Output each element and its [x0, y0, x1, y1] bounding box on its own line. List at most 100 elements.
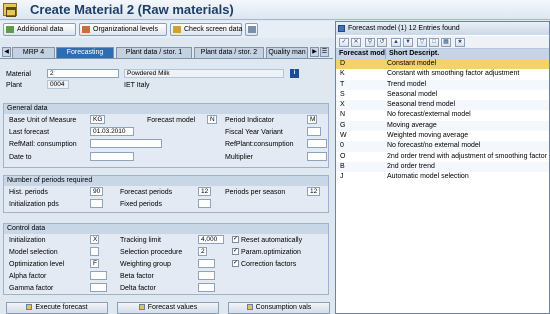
forecast-model-label: Forecast model	[147, 117, 196, 124]
org-levels-button[interactable]: Organizational levels	[79, 23, 167, 36]
list-item[interactable]: N No forecast/external model	[336, 110, 549, 120]
model-selection-field[interactable]	[90, 247, 99, 256]
delta-factor-label: Delta factor	[120, 285, 156, 292]
initialization-field[interactable]: X	[90, 235, 99, 244]
forecast-model-value-help: Forecast model (1) 12 Entries found ✓ ✕ …	[335, 21, 550, 314]
period-indicator-field[interactable]: M	[307, 115, 317, 124]
periods-per-season-field[interactable]: 12	[307, 187, 320, 196]
consumption-values-button[interactable]: Consumption vals	[228, 302, 330, 314]
consumption-icon	[246, 304, 253, 311]
selection-procedure-field[interactable]: 2	[198, 247, 207, 256]
list-item[interactable]: K Constant with smoothing factor adjustme…	[336, 69, 549, 79]
gamma-factor-field[interactable]	[90, 283, 107, 292]
tab-plant-data-stor-2[interactable]: Plant data / stor. 2	[194, 47, 264, 58]
execute-icon	[26, 304, 33, 311]
list-item[interactable]: S Seasonal model	[336, 90, 549, 100]
layout-icon[interactable]: ▦	[441, 38, 451, 47]
export-icon[interactable]: □	[429, 38, 439, 47]
period-indicator-label: Period Indicator	[225, 117, 275, 124]
reset-automatically-checkbox[interactable]: ✓	[232, 236, 239, 243]
model-selection-label: Model selection	[9, 249, 58, 256]
list-item[interactable]: J Automatic model selection	[336, 172, 549, 182]
weighting-group-label: Weighting group	[120, 261, 171, 268]
last-forecast-field[interactable]: 01.03.2010	[90, 127, 134, 136]
find-next-icon[interactable]: ↺	[377, 38, 387, 47]
checkmark-icon: ✓	[233, 260, 239, 266]
more-icon[interactable]	[245, 23, 258, 36]
hist-periods-field[interactable]: 90	[90, 187, 103, 196]
multiplier-label: Multiplier	[225, 154, 254, 161]
personalize-icon[interactable]: ★	[455, 38, 465, 47]
weighting-group-field[interactable]	[198, 259, 215, 268]
tab-forecasting[interactable]: Forecasting	[56, 47, 114, 58]
tab-scroll-right-icon[interactable]: ▶	[310, 47, 319, 57]
find-icon[interactable]: ⚲	[365, 38, 375, 47]
plant-description: IET Italy	[124, 82, 150, 89]
beta-factor-label: Beta factor	[120, 273, 154, 280]
list-item[interactable]: B 2nd order trend	[336, 161, 549, 173]
correction-factors-checkbox[interactable]: ✓	[232, 260, 239, 267]
reset-automatically-label: Reset automatically	[241, 237, 303, 244]
ref-material-consumption-label: RefMatl: consumption	[9, 141, 77, 148]
forecast-model-list: D Constant model K Constant with smoothing…	[336, 59, 549, 183]
list-item[interactable]: D Constant model	[336, 59, 549, 70]
forecast-model-field[interactable]: N	[207, 115, 217, 124]
list-item[interactable]: G Moving average	[336, 120, 549, 132]
check-screen-data-button[interactable]: Check screen data	[170, 23, 242, 36]
tab-mrp4[interactable]: MRP 4	[12, 47, 55, 58]
beta-factor-field[interactable]	[198, 271, 215, 280]
fixed-periods-label: Fixed periods	[120, 201, 163, 208]
param-optimization-checkbox[interactable]: ✓	[232, 248, 239, 255]
fiscal-year-variant-field[interactable]	[307, 127, 321, 136]
initialization-periods-field[interactable]	[90, 199, 103, 208]
forecast-periods-field[interactable]: 12	[198, 187, 211, 196]
general-data-title: General data	[4, 104, 328, 114]
column-header-forecast-model[interactable]: Forecast mod	[336, 49, 386, 59]
checkmark-icon: ✓	[233, 236, 239, 242]
sort-descending-icon[interactable]: ▼	[403, 38, 413, 47]
material-field[interactable]: 2	[47, 69, 119, 78]
tab-quality-management[interactable]: Quality man	[266, 47, 308, 58]
confirm-icon[interactable]: ✓	[339, 38, 349, 47]
tab-list-icon[interactable]: ☰	[320, 47, 329, 57]
sort-ascending-icon[interactable]: ▲	[391, 38, 401, 47]
values-icon	[138, 304, 145, 311]
cancel-icon[interactable]: ✕	[351, 38, 361, 47]
info-icon[interactable]: i	[290, 69, 299, 78]
plant-field: 0004	[47, 80, 69, 89]
popup-title-bar: Forecast model (1) 12 Entries found	[336, 22, 549, 35]
optimization-level-label: Optimization level	[9, 261, 65, 268]
filter-icon[interactable]: ▽	[417, 38, 427, 47]
window-icon	[338, 25, 345, 32]
optimization-level-field[interactable]: F	[90, 259, 99, 268]
column-header-short-description[interactable]: Short Descript.	[386, 49, 549, 59]
fixed-periods-field[interactable]	[198, 199, 211, 208]
correction-factors-label: Correction factors	[241, 261, 297, 268]
additional-data-button[interactable]: Additional data	[3, 23, 76, 36]
tab-plant-data-stor-1[interactable]: Plant data / stor. 1	[116, 47, 192, 58]
base-uom-field[interactable]: KG	[90, 115, 105, 124]
date-to-field[interactable]	[90, 152, 134, 161]
checkmark-icon: ✓	[233, 248, 239, 254]
forecast-values-button[interactable]: Forecast values	[117, 302, 219, 314]
list-item[interactable]: O 2nd order trend with adjustment of smoo…	[336, 152, 549, 162]
alpha-factor-field[interactable]	[90, 271, 107, 280]
delta-factor-field[interactable]	[198, 283, 215, 292]
tracking-limit-field[interactable]: 4,000	[198, 235, 224, 244]
execute-forecast-button[interactable]: Execute forecast	[6, 302, 108, 314]
list-item[interactable]: W Weighted moving average	[336, 131, 549, 141]
fiscal-year-variant-label: Fiscal Year Variant	[225, 129, 283, 136]
ref-plant-consumption-field[interactable]	[307, 139, 327, 148]
tab-scroll-left-icon[interactable]: ◀	[2, 47, 11, 57]
initialization-label: Initialization	[9, 237, 46, 244]
list-item[interactable]: X Seasonal trend model	[336, 100, 549, 111]
multiplier-field[interactable]	[307, 152, 327, 161]
periods-per-season-label: Periods per season	[225, 189, 286, 196]
selection-procedure-label: Selection procedure	[120, 249, 183, 256]
alpha-factor-label: Alpha factor	[9, 273, 47, 280]
ref-material-consumption-field[interactable]	[90, 139, 162, 148]
plus-icon	[6, 26, 14, 33]
forecast-periods-label: Forecast periods	[120, 189, 173, 196]
list-item[interactable]: T Trend model	[336, 79, 549, 90]
list-item[interactable]: 0 No forecast/no external model	[336, 141, 549, 152]
